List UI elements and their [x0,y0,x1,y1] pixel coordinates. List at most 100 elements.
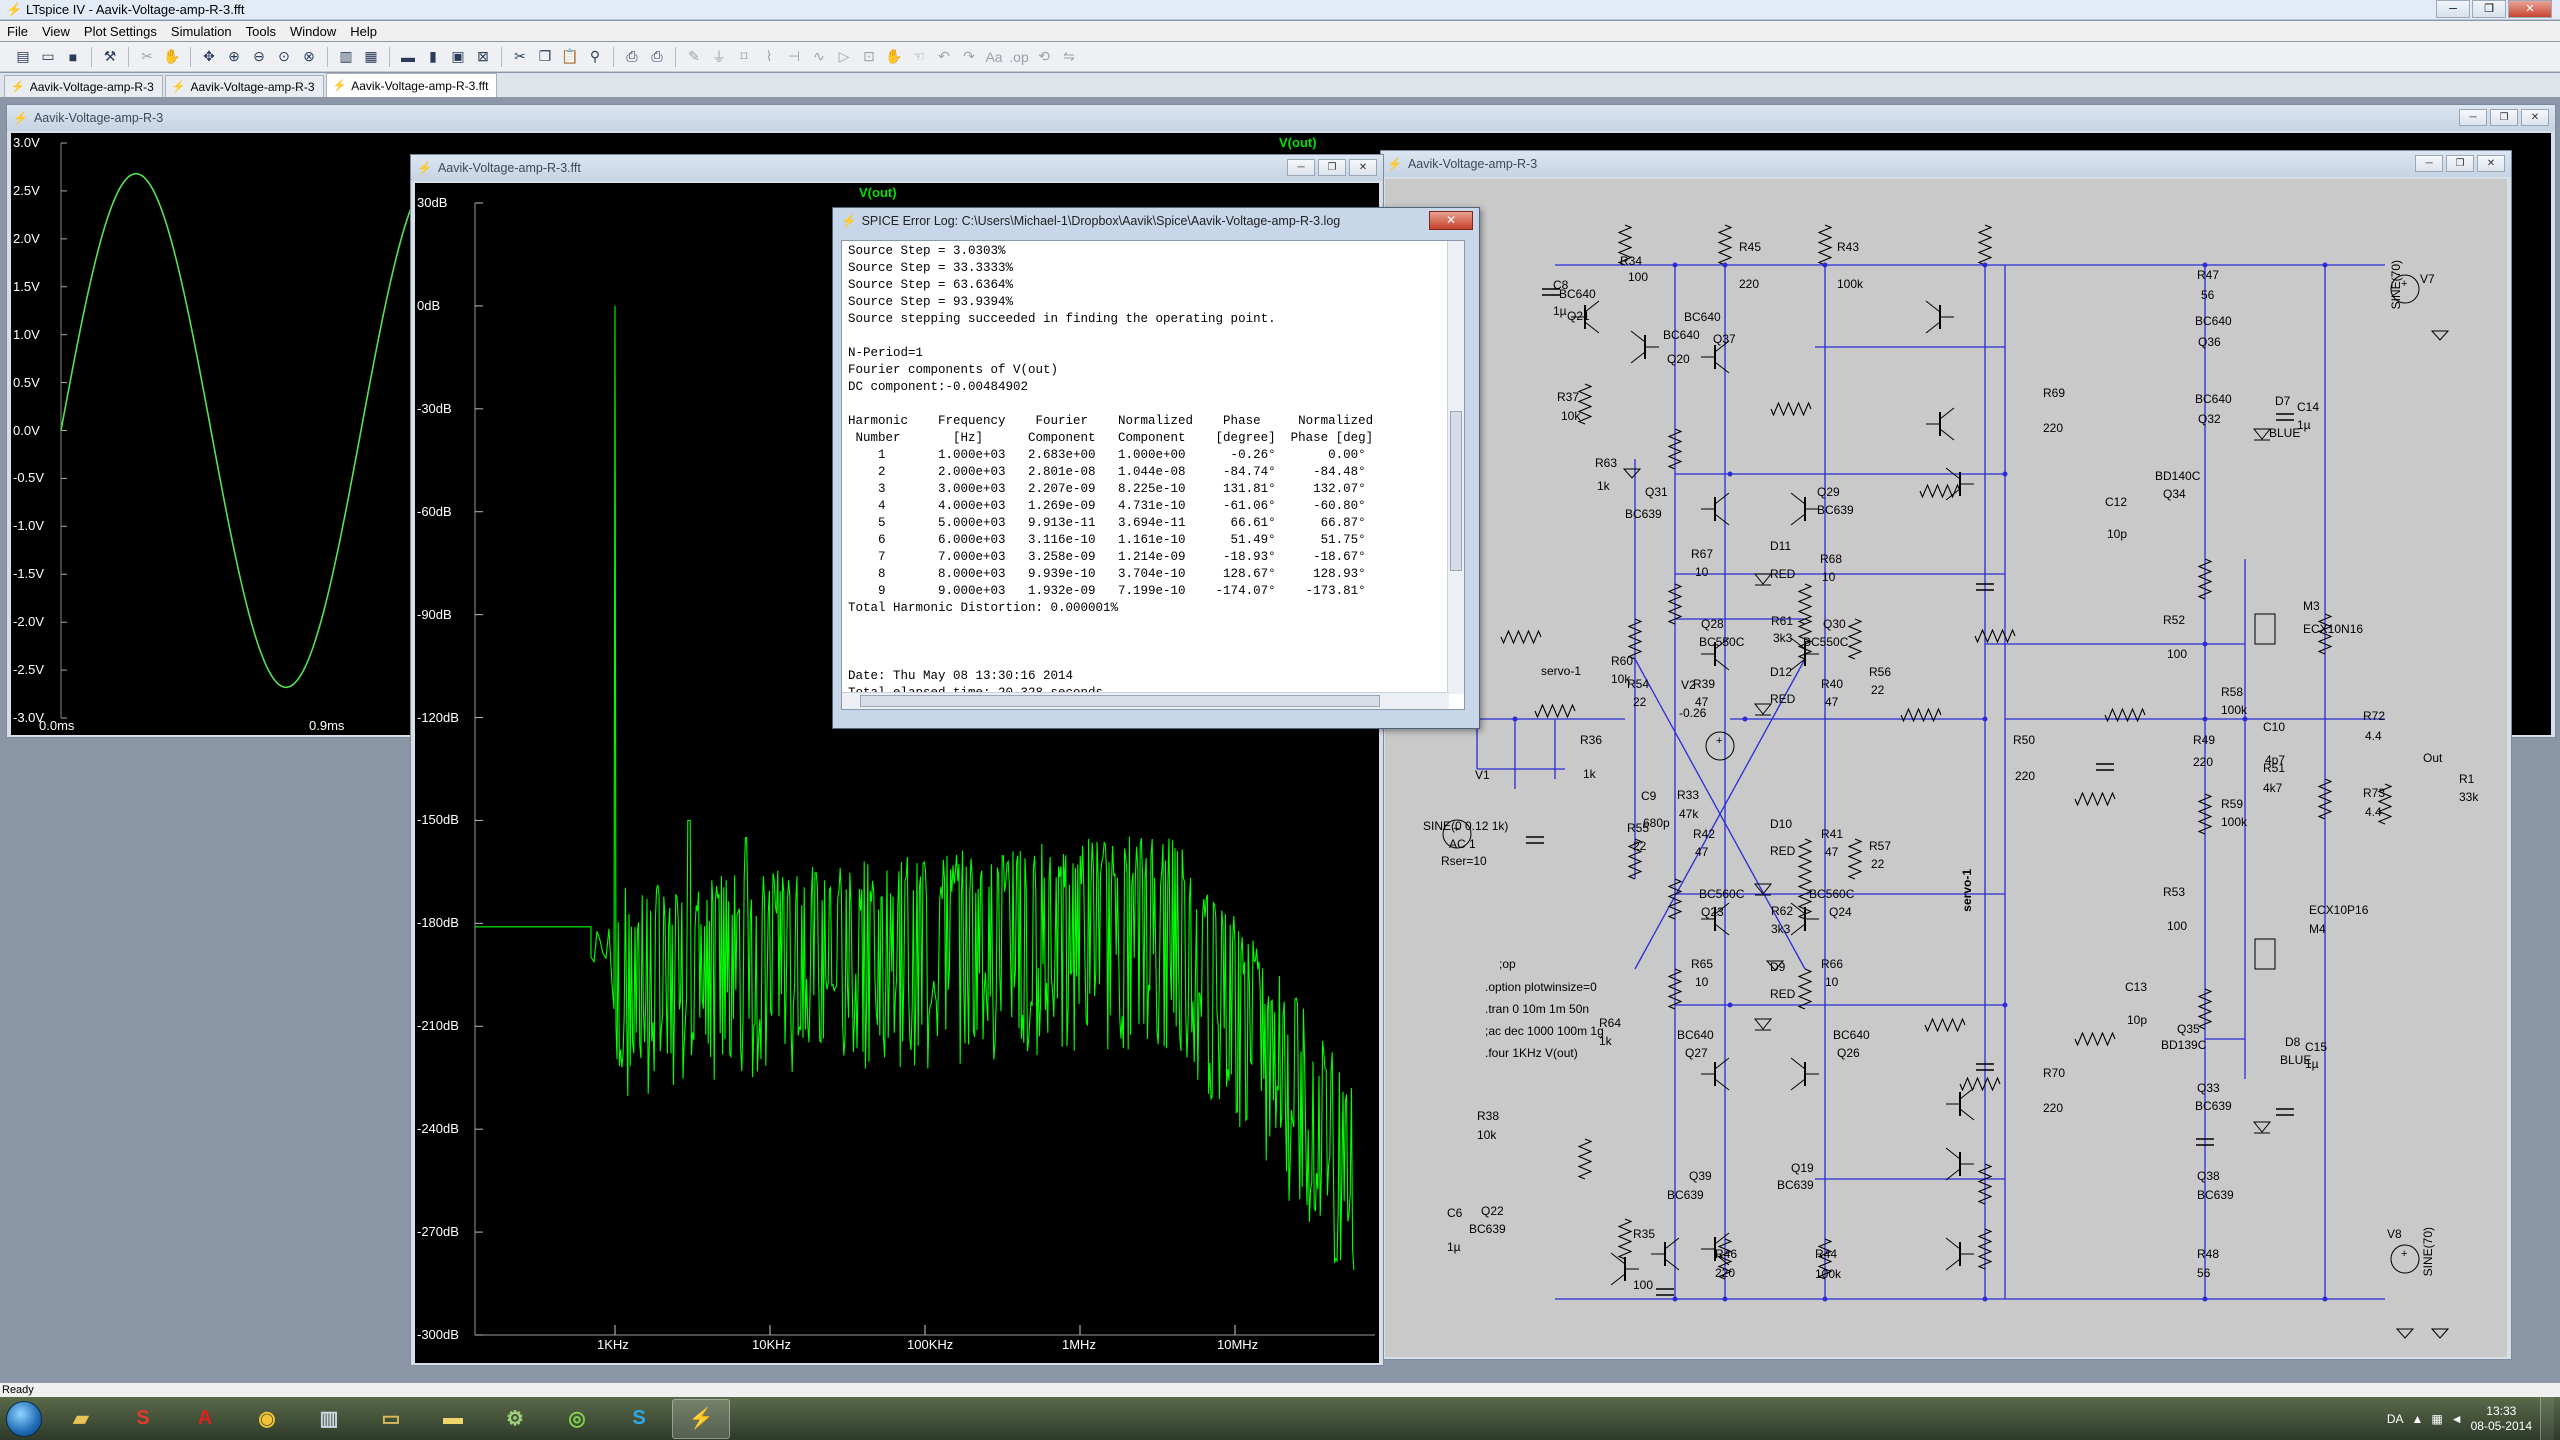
menu-plot-settings[interactable]: Plot Settings [77,24,164,39]
find-icon[interactable]: ⚲ [584,46,606,68]
close-button[interactable]: ✕ [1429,211,1473,230]
y-tick-label: -60dB [417,503,452,519]
paste-icon[interactable]: 📋 [559,46,581,68]
tab-fft[interactable]: ⚡ Aavik-Voltage-amp-R-3.fft [325,73,498,97]
clock[interactable]: 13:33 08-05-2014 [2471,1404,2532,1434]
drag-icon[interactable]: ☜ [908,46,930,68]
menu-simulation[interactable]: Simulation [164,24,239,39]
schematic-canvas[interactable]: + + + + C8 1µ BC640 Q21 R34 100 R45 220 R43 100k BC64… [1385,179,2507,1357]
restore-button[interactable]: ❐ [2490,109,2518,126]
fft-icon: ⚡ [332,80,347,92]
log-text-area[interactable]: Source Step = 3.0303% Source Step = 33.3… [841,240,1465,710]
wire-icon[interactable]: ✎ [683,46,705,68]
minimize-button[interactable]: ─ [1287,159,1315,176]
rotate-icon[interactable]: ⟲ [1033,46,1055,68]
open-folder-icon[interactable]: ▭ [37,46,59,68]
start-button[interactable] [0,1397,48,1440]
schematic-label-c10: C10 [2263,720,2286,734]
pan-icon[interactable]: ✥ [198,46,220,68]
control-panel-icon[interactable]: ⚒ [99,46,121,68]
network-taskbar-icon[interactable]: ⚙ [486,1399,544,1439]
capacitor-icon[interactable]: ⊣ [783,46,805,68]
menu-view[interactable]: View [35,24,77,39]
new-schematic-icon[interactable]: ▤ [12,46,34,68]
tray-icon[interactable]: ▲ [2411,1412,2423,1426]
autorange-icon[interactable]: ▥ [335,46,357,68]
vertical-scrollbar[interactable] [1447,241,1464,694]
run-icon[interactable]: ✂ [136,46,158,68]
menu-tools[interactable]: Tools [239,24,283,39]
restore-button[interactable]: ❐ [2472,0,2506,18]
autoscale-icon[interactable]: ▦ [360,46,382,68]
schematic-icon: ⚡ [171,81,186,93]
mirror-icon[interactable]: ⇋ [1058,46,1080,68]
spotify-taskbar-icon[interactable]: ◎ [548,1399,606,1439]
chrome-taskbar-icon[interactable]: ◉ [238,1399,296,1439]
scroll-thumb[interactable] [1450,411,1462,571]
spice-error-log-dialog[interactable]: ⚡ SPICE Error Log: C:\Users\Michael-1\Dr… [832,207,1480,729]
resistor-symbol [1974,628,2016,644]
network-icon[interactable]: ▦ [2431,1412,2442,1426]
minimize-button[interactable]: ─ [2415,155,2443,172]
volume-icon[interactable]: ◄ [2451,1412,2463,1426]
menu-window[interactable]: Window [283,24,343,39]
tile-vertical-icon[interactable]: ▮ [422,46,444,68]
y-tick-label: 1.5V [13,278,40,294]
resistor-icon[interactable]: ⌇ [758,46,780,68]
save-icon[interactable]: ■ [62,46,84,68]
zoom-cancel-icon[interactable]: ⊗ [298,46,320,68]
led-symbol [2252,1121,2272,1133]
inductor-icon[interactable]: ∿ [808,46,830,68]
close-button[interactable]: ✕ [1349,159,1377,176]
folders-taskbar-icon[interactable]: ▬ [424,1399,482,1439]
show-desktop-button[interactable] [2540,1397,2554,1440]
documents-taskbar-icon[interactable]: ▥ [300,1399,358,1439]
close-all-icon[interactable]: ⊠ [472,46,494,68]
cascade-icon[interactable]: ▣ [447,46,469,68]
resistor-symbol [1577,1138,1593,1180]
skype-taskbar-icon[interactable]: S [610,1399,668,1439]
diode-icon[interactable]: ▷ [833,46,855,68]
junction-dot [2002,1002,2008,1008]
spice-directive-icon[interactable]: .op [1008,46,1030,68]
tile-horizontal-icon[interactable]: ▬ [397,46,419,68]
close-button[interactable]: ✕ [2508,0,2552,18]
scroll-thumb[interactable] [860,695,1380,707]
ground-icon[interactable]: ⏚ [708,46,730,68]
redo-icon[interactable]: ↷ [958,46,980,68]
text-icon[interactable]: Aa [983,46,1005,68]
restore-button[interactable]: ❐ [1318,159,1346,176]
print-preview-icon[interactable]: ⎙ [621,46,643,68]
menu-help[interactable]: Help [343,24,384,39]
minimize-button[interactable]: ─ [2459,109,2487,126]
zoom-out-icon[interactable]: ⊖ [248,46,270,68]
restore-button[interactable]: ❐ [2446,155,2474,172]
menu-file[interactable]: File [0,24,35,39]
component-icon[interactable]: ⊡ [858,46,880,68]
explorer-taskbar-icon[interactable]: ▰ [52,1399,110,1439]
cut-icon[interactable]: ✂ [509,46,531,68]
move-icon[interactable]: ✋ [883,46,905,68]
print-icon[interactable]: ⎙ [646,46,668,68]
tab-schematic[interactable]: ⚡ Aavik-Voltage-amp-R-3 [164,75,324,97]
tab-waveform[interactable]: ⚡ Aavik-Voltage-amp-R-3 [4,75,163,97]
copy-icon[interactable]: ❐ [534,46,556,68]
acrobat-taskbar-icon[interactable]: A [176,1399,234,1439]
close-button[interactable]: ✕ [2477,155,2505,172]
schematic-window[interactable]: ⚡ Aavik-Voltage-amp-R-3 ─ ❐ ✕ + + + + C8 1µ B… [1380,150,2512,1360]
zoom-fit-icon[interactable]: ⊙ [273,46,295,68]
halt-icon[interactable]: ✋ [161,46,183,68]
y-tick-label: -2.5V [13,662,45,678]
ltspice-taskbar-icon[interactable]: ⚡ [672,1398,730,1439]
schematic-label-r55: R55 [1627,821,1650,835]
undo-icon[interactable]: ↶ [933,46,955,68]
minimize-button[interactable]: ─ [2436,0,2470,18]
horizontal-scrollbar[interactable] [842,692,1449,709]
zoom-in-icon[interactable]: ⊕ [223,46,245,68]
window-controls: ─ ❐ ✕ [2436,0,2552,18]
label-net-icon[interactable]: ⌑ [733,46,755,68]
solidworks-taskbar-icon[interactable]: S [114,1399,172,1439]
language-indicator[interactable]: DA [2387,1412,2404,1426]
folders-taskbar-icon[interactable]: ▭ [362,1399,420,1439]
close-button[interactable]: ✕ [2521,109,2549,126]
